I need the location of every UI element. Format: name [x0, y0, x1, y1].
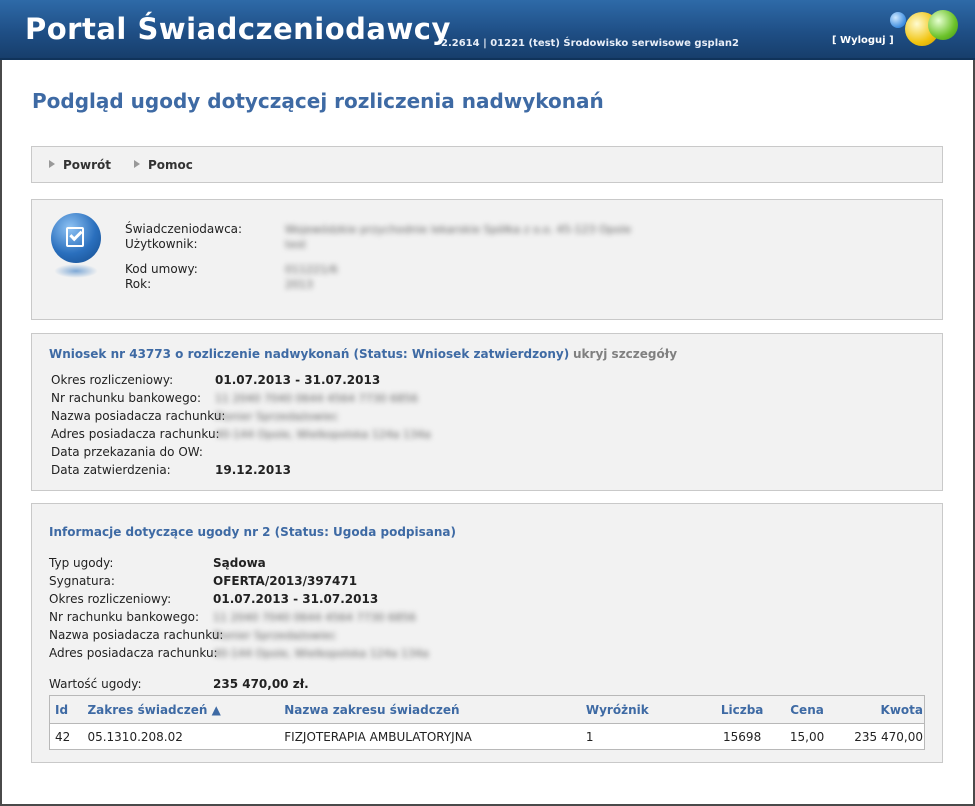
user-value: test [285, 238, 307, 251]
holder-address-label: Adres posiadacza rachunku: [49, 646, 218, 660]
settlement-period-value: 01.07.2013 - 31.07.2013 [213, 592, 379, 606]
settlement-type-label: Typ ugody: [49, 556, 114, 570]
settlement-period-label: Okres rozliczeniowy: [49, 592, 172, 606]
cell-range-name: FIZJOTERAPIA AMBULATORYJNA [284, 729, 472, 744]
document-check-icon [51, 213, 101, 263]
column-header-count[interactable]: Liczba [704, 695, 775, 724]
services-table: Id Zakres świadczeń ▲ Nazwa zakresu świa… [49, 695, 925, 750]
settlement-type-value: Sądowa [213, 556, 266, 570]
signature-value: OFERTA/2013/397471 [213, 574, 358, 588]
contract-code-label: Kod umowy: [125, 262, 198, 276]
transfer-date-label: Data przekazania do OW: [51, 445, 203, 459]
year-value: 2013 [285, 278, 313, 291]
column-header-price[interactable]: Cena [774, 695, 835, 724]
bank-account-value: 11 2040 7040 0644 4564 7730 6856 [215, 392, 418, 405]
bank-account-value: 11 2040 7040 0644 4564 7730 6856 [213, 611, 416, 624]
cell-amount: 235 470,00 [854, 729, 923, 744]
approval-date-label: Data zatwierdzenia: [51, 463, 171, 477]
back-button[interactable]: Powrót [49, 158, 111, 172]
account-holder-value: Pionier Sprzedażowiec [215, 410, 339, 423]
app-title: Portal Świadczeniodawcy [25, 12, 451, 46]
account-holder-label: Nazwa posiadacza rachunku: [51, 409, 226, 423]
settlement-value-label: Wartość ugody: [49, 677, 142, 691]
cell-price: 15,00 [789, 729, 825, 744]
arrow-right-icon [49, 160, 55, 168]
help-button[interactable]: Pomoc [134, 158, 193, 172]
user-label: Użytkownik: [125, 237, 198, 251]
bank-account-label: Nr rachunku bankowego: [51, 391, 202, 405]
bank-account-label: Nr rachunku bankowego: [49, 610, 200, 624]
contract-code-value: 011221/6 [285, 263, 338, 276]
provider-label: Świadczeniodawca: [125, 222, 243, 236]
cell-id: 42 [55, 729, 71, 744]
page-title: Podgląd ugody dotyczącej rozliczenia nad… [32, 89, 604, 113]
logo-bubble-blue-icon [890, 12, 906, 28]
provider-value: Wojewódzkie przychodnie lekarskie Spółka… [285, 223, 632, 236]
logout-link[interactable]: [ Wyloguj ] [832, 35, 894, 46]
icon-reflection [54, 264, 98, 278]
app-header: Portal Świadczeniodawcy 2.2614 | 01221 (… [0, 0, 975, 60]
settlement-panel: Informacje dotyczące ugody nr 2 (Status:… [31, 503, 943, 763]
account-holder-value: Pionier Sprzedażowiec [213, 629, 337, 642]
account-holder-label: Nazwa posiadacza rachunku: [49, 628, 224, 642]
holder-address-label: Adres posiadacza rachunku: [51, 427, 220, 441]
settlement-value-amount: 235 470,00 zł. [213, 677, 309, 691]
logo-bubble-green-icon [928, 10, 958, 40]
column-header-range[interactable]: Zakres świadczeń ▲ [82, 695, 280, 724]
settlement-period-label: Okres rozliczeniowy: [51, 373, 174, 387]
toolbar: Powrót Pomoc [31, 146, 943, 183]
cell-range: 05.1310.208.02 [87, 729, 183, 744]
table-row: 42 05.1310.208.02 FIZJOTERAPIA AMBULATOR… [50, 724, 925, 750]
settlement-title: Informacje dotyczące ugody nr 2 (Status:… [49, 525, 456, 539]
column-header-id[interactable]: Id [49, 695, 83, 724]
settlement-period-value: 01.07.2013 - 31.07.2013 [215, 373, 381, 387]
column-header-range-name[interactable]: Nazwa zakresu świadczeń [279, 695, 581, 724]
request-title: Wniosek nr 43773 o rozliczenie nadwykona… [49, 347, 570, 361]
table-header-row: Id Zakres świadczeń ▲ Nazwa zakresu świa… [49, 695, 925, 724]
year-label: Rok: [125, 277, 152, 291]
holder-address-value: 40-144 Opole, Wielkopolska 124a 134a [215, 428, 431, 441]
cell-marker: 1 [585, 729, 594, 744]
back-label: Powrót [63, 158, 112, 172]
environment-info: 2.2614 | 01221 (test) Środowisko serwiso… [441, 38, 739, 49]
column-header-amount[interactable]: Kwota [834, 695, 925, 724]
contract-info-panel: Świadczeniodawca: Wojewódzkie przychodni… [31, 199, 943, 320]
help-label: Pomoc [148, 158, 193, 172]
signature-label: Sygnatura: [49, 574, 115, 588]
holder-address-value: 40-144 Opole, Wielkopolska 124a 134a [213, 647, 429, 660]
hide-details-link[interactable]: ukryj szczegóły [573, 347, 677, 361]
approval-date-value: 19.12.2013 [215, 463, 291, 477]
column-header-marker[interactable]: Wyróżnik [580, 695, 705, 724]
arrow-right-icon [134, 160, 140, 168]
cell-count: 15698 [723, 729, 762, 744]
request-panel: Wniosek nr 43773 o rozliczenie nadwykona… [31, 333, 943, 491]
